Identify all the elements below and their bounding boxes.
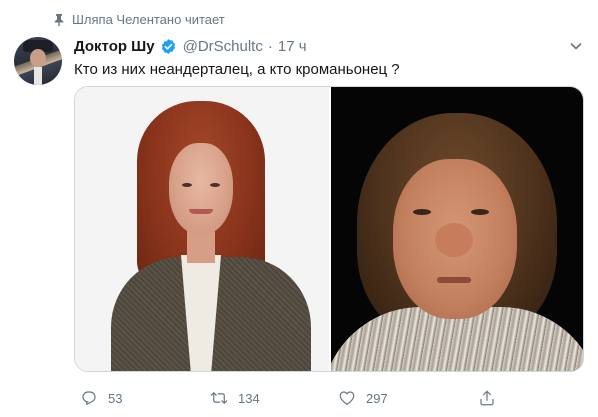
- reply-count: 53: [108, 390, 123, 406]
- retweet-button[interactable]: 134: [210, 385, 260, 411]
- separator-dot: ·: [267, 37, 273, 55]
- tweet-text: Кто из них неандерталец, а кто кроманьон…: [74, 61, 400, 78]
- heart-icon: [338, 389, 356, 407]
- retweet-count: 134: [238, 390, 260, 406]
- chevron-down-icon[interactable]: [568, 38, 584, 54]
- share-button[interactable]: [478, 385, 506, 411]
- tweet-actions: 53 134 297: [74, 385, 504, 411]
- social-context[interactable]: Шляпа Челентано читает: [52, 9, 225, 29]
- pin-icon: [52, 12, 66, 26]
- like-button[interactable]: 297: [338, 385, 388, 411]
- verified-badge-icon: [160, 38, 177, 55]
- retweet-icon: [210, 389, 228, 407]
- tweet-timestamp[interactable]: 17 ч: [278, 38, 307, 55]
- social-context-text: Шляпа Челентано читает: [72, 11, 225, 27]
- reply-button[interactable]: 53: [80, 385, 122, 411]
- author-name[interactable]: Доктор Шу: [74, 38, 155, 55]
- reply-icon: [80, 389, 98, 407]
- photo-woman[interactable]: [75, 87, 329, 371]
- photo-neanderthal-reconstruction[interactable]: [331, 87, 583, 371]
- author-handle[interactable]: @DrSchultc: [183, 38, 263, 55]
- tweet[interactable]: Шляпа Челентано читает Доктор Шу @DrSchu…: [0, 0, 598, 417]
- like-count: 297: [366, 390, 388, 406]
- share-icon: [478, 389, 496, 407]
- tweet-media: [74, 86, 584, 372]
- avatar[interactable]: [14, 37, 62, 85]
- tweet-header: Доктор Шу @DrSchultc · 17 ч: [74, 36, 307, 56]
